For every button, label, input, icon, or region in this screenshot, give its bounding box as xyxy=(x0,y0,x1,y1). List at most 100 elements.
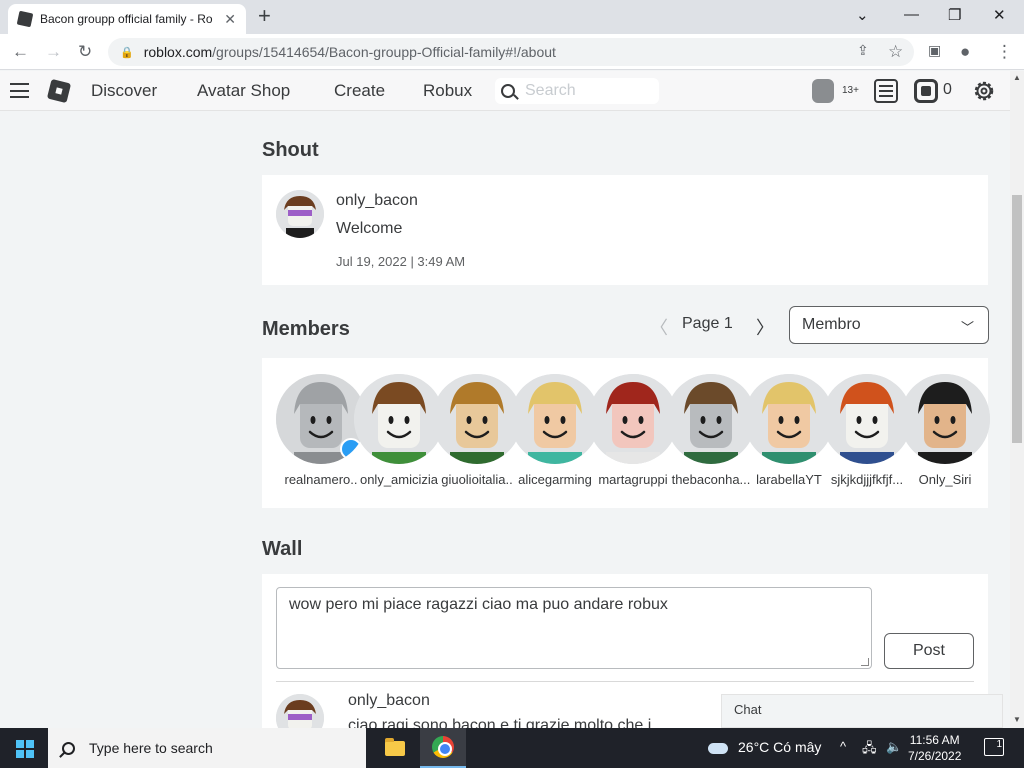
scroll-up-icon[interactable]: ▲ xyxy=(1013,73,1021,82)
taskbar-search[interactable]: Type here to search xyxy=(48,728,366,768)
search-input[interactable] xyxy=(525,82,645,100)
profile-icon[interactable]: ● xyxy=(960,42,970,62)
role-dropdown[interactable]: Membro ﹀ xyxy=(789,306,989,344)
member-avatar[interactable] xyxy=(510,374,600,464)
taskbar-search-placeholder: Type here to search xyxy=(89,740,213,756)
member-name[interactable]: realnamero.. xyxy=(276,472,366,487)
member-avatar[interactable] xyxy=(900,374,990,464)
member-item[interactable]: larabellaYT xyxy=(744,374,834,487)
forward-icon[interactable]: → xyxy=(45,42,62,62)
wall-divider xyxy=(276,681,974,682)
previous-page-icon[interactable]: 〈 xyxy=(650,314,668,340)
side-panel-icon[interactable]: ▣ xyxy=(928,42,941,59)
taskbar-clock[interactable]: 11:56 AM 7/26/2022 xyxy=(908,732,961,764)
member-name[interactable]: alicegarming xyxy=(510,472,600,487)
scroll-thumb[interactable] xyxy=(1012,195,1022,443)
wall-post-input[interactable]: wow pero mi piace ragazzi ciao ma puo an… xyxy=(276,587,872,669)
weather-text: Có mây xyxy=(773,739,822,755)
settings-gear-icon[interactable] xyxy=(972,79,996,103)
member-name[interactable]: sjkjkdjjjfkfjf... xyxy=(822,472,912,487)
member-item[interactable]: only_amicizia xyxy=(354,374,444,487)
member-name[interactable]: martagruppi xyxy=(588,472,678,487)
cloud-icon xyxy=(708,742,728,754)
robux-icon[interactable] xyxy=(914,79,938,103)
chrome-app[interactable] xyxy=(420,728,466,768)
member-name[interactable]: only_amicizia xyxy=(354,472,444,487)
volume-icon[interactable]: 🔈 xyxy=(886,739,902,755)
member-item[interactable]: alicegarming xyxy=(510,374,600,487)
wall-post-avatar[interactable] xyxy=(276,694,324,728)
member-name[interactable]: giuolioitalia.. xyxy=(432,472,522,487)
wall-post-draft: wow pero mi piace ragazzi ciao ma puo an… xyxy=(289,596,668,613)
nav-create[interactable]: Create xyxy=(334,81,385,101)
member-item[interactable]: thebaconha... xyxy=(666,374,756,487)
back-icon[interactable]: ← xyxy=(12,42,29,62)
notification-center-icon[interactable]: 1 xyxy=(984,738,1004,756)
member-avatar[interactable] xyxy=(354,374,444,464)
chevron-down-icon: ﹀ xyxy=(960,320,974,335)
search-box xyxy=(495,78,659,104)
member-item[interactable]: realnamero.. xyxy=(276,374,366,487)
share-icon[interactable]: ⇪ xyxy=(857,42,869,59)
browser-tab[interactable]: Bacon groupp official family - Ro ✕ xyxy=(8,4,246,34)
nav-discover[interactable]: Discover xyxy=(91,81,157,101)
scroll-down-icon[interactable]: ▼ xyxy=(1013,715,1021,724)
browser-tab-strip: Bacon groupp official family - Ro ✕ + ⌄ … xyxy=(0,0,1024,34)
shout-card: only_bacon Welcome Jul 19, 2022 | 3:49 A… xyxy=(262,175,988,285)
hamburger-menu-icon[interactable] xyxy=(10,83,29,98)
roblox-logo-icon[interactable] xyxy=(46,78,72,104)
messages-list-icon[interactable] xyxy=(874,79,898,103)
tab-title: Bacon groupp official family - Ro xyxy=(40,12,213,26)
user-avatar[interactable] xyxy=(812,79,834,103)
member-avatar[interactable] xyxy=(588,374,678,464)
member-name[interactable]: thebaconha... xyxy=(666,472,756,487)
robux-balance: 0 xyxy=(943,81,952,98)
network-icon[interactable]: 🖧 xyxy=(862,739,877,761)
member-name[interactable]: Only_Siri xyxy=(900,472,990,487)
file-explorer-app[interactable] xyxy=(372,728,418,768)
nav-avatar-shop[interactable]: Avatar Shop xyxy=(197,81,290,101)
minimize-icon[interactable]: — xyxy=(904,6,919,23)
chrome-icon xyxy=(432,736,454,758)
roblox-favicon-icon xyxy=(16,10,34,28)
bookmark-star-icon[interactable]: ☆ xyxy=(888,42,903,62)
restore-icon[interactable]: ❐ xyxy=(948,6,961,24)
page-scrollbar[interactable]: ▲ ▼ xyxy=(1010,71,1024,728)
member-avatar[interactable] xyxy=(432,374,522,464)
search-icon xyxy=(501,84,515,98)
weather-widget[interactable]: 26°C Có mây xyxy=(708,739,821,755)
chat-bar[interactable]: Chat xyxy=(721,694,1003,728)
shout-poster-name[interactable]: only_bacon xyxy=(336,192,418,210)
shout-poster-avatar[interactable] xyxy=(276,190,324,238)
shout-message: Welcome xyxy=(336,220,403,237)
chat-label: Chat xyxy=(734,702,762,717)
url-field[interactable]: 🔒 roblox.com/groups/15414654/Bacon-group… xyxy=(108,38,914,66)
close-tab-icon[interactable]: ✕ xyxy=(224,11,236,28)
clock-date: 7/26/2022 xyxy=(908,749,962,763)
member-avatar[interactable] xyxy=(276,374,366,464)
close-window-icon[interactable]: ✕ xyxy=(993,6,1006,24)
member-item[interactable]: sjkjkdjjjfkfjf... xyxy=(822,374,912,487)
member-item[interactable]: Only_Siri xyxy=(900,374,990,487)
address-bar-row: ← → ↻ 🔒 roblox.com/groups/15414654/Bacon… xyxy=(0,34,1024,70)
folder-icon xyxy=(385,737,405,756)
windows-start-icon[interactable] xyxy=(16,740,34,758)
tray-chevron-up-icon[interactable]: ^ xyxy=(840,739,846,754)
nav-robux[interactable]: Robux xyxy=(423,81,472,101)
wall-post-author[interactable]: only_bacon xyxy=(348,692,430,710)
resize-handle-icon[interactable] xyxy=(861,658,869,666)
member-avatar[interactable] xyxy=(822,374,912,464)
post-button[interactable]: Post xyxy=(884,633,974,669)
member-item[interactable]: giuolioitalia.. xyxy=(432,374,522,487)
url-host: roblox.com xyxy=(143,44,213,60)
reload-icon[interactable]: ↻ xyxy=(78,42,92,62)
tab-search-icon[interactable]: ⌄ xyxy=(856,6,869,24)
shout-title: Shout xyxy=(262,139,319,161)
member-name[interactable]: larabellaYT xyxy=(744,472,834,487)
chrome-menu-icon[interactable]: ⋮ xyxy=(996,42,1013,62)
next-page-icon[interactable]: 〉 xyxy=(756,314,774,340)
member-avatar[interactable] xyxy=(666,374,756,464)
new-tab-icon[interactable]: + xyxy=(258,5,271,27)
member-item[interactable]: martagruppi xyxy=(588,374,678,487)
member-avatar[interactable] xyxy=(744,374,834,464)
